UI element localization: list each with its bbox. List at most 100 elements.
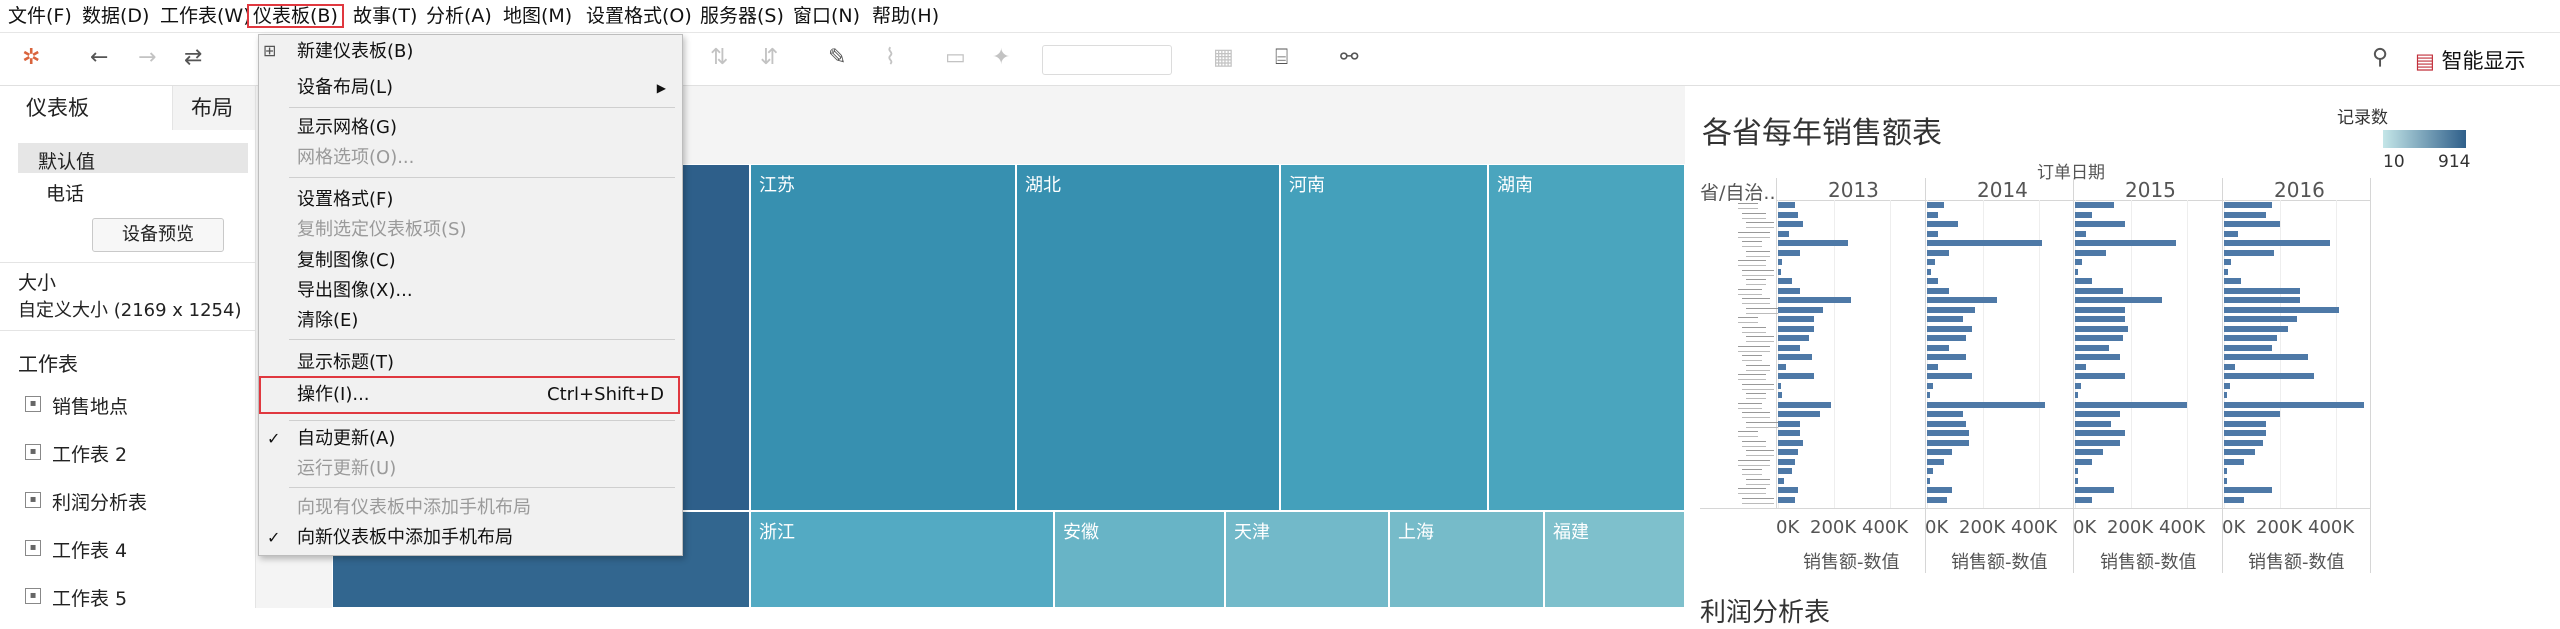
menu-item-run-update[interactable]: 运行更新(U): [259, 454, 680, 484]
year-header[interactable]: 2013: [1828, 178, 1879, 202]
bar-mark[interactable]: [1927, 430, 1969, 436]
bar-mark[interactable]: [2075, 363, 2086, 370]
bar-mark[interactable]: [2224, 477, 2227, 484]
sheet-item[interactable]: 利润分析表: [52, 488, 147, 515]
bar-mark[interactable]: [2224, 354, 2308, 360]
menu-window[interactable]: 窗口(N): [789, 4, 864, 28]
bar-mark[interactable]: [1778, 211, 1798, 218]
redo-icon[interactable]: →: [138, 45, 156, 70]
menu-item-add-phone-new[interactable]: ✓ 向新仪表板中添加手机布局: [259, 523, 680, 553]
undo-icon[interactable]: ←: [90, 45, 108, 70]
menu-item-actions[interactable]: 操作(I)... Ctrl+Shift+D: [259, 376, 680, 414]
bar-mark[interactable]: [1778, 373, 1814, 379]
menu-server[interactable]: 服务器(S): [696, 4, 788, 28]
bar-mark[interactable]: [1927, 477, 1930, 484]
bar-mark[interactable]: [2075, 354, 2120, 360]
bar-mark[interactable]: [2224, 430, 2266, 436]
bar-mark[interactable]: [2224, 221, 2280, 227]
menu-file[interactable]: 文件(F): [4, 4, 76, 28]
bar-mark[interactable]: [1778, 230, 1789, 237]
bar-mark[interactable]: [2075, 430, 2125, 436]
menu-item-device-layout[interactable]: 设备布局(L) ▶: [259, 73, 680, 103]
bar-mark[interactable]: [2224, 297, 2300, 303]
bar-mark[interactable]: [2224, 287, 2300, 294]
sheet-item[interactable]: 工作表 2: [52, 440, 127, 467]
bar-mark[interactable]: [2075, 496, 2092, 503]
bar-mark[interactable]: [2075, 221, 2125, 227]
bar-mark[interactable]: [2075, 240, 2176, 246]
bar-mark[interactable]: [2224, 487, 2272, 493]
bar-mark[interactable]: [1927, 297, 1997, 303]
bar-mark[interactable]: [1778, 354, 1812, 360]
bar-mark[interactable]: [1927, 287, 1949, 294]
bar-mark[interactable]: [1927, 392, 1930, 398]
color-legend-bar[interactable]: [2383, 130, 2466, 148]
bar-mark[interactable]: [2075, 297, 2162, 303]
bar-mark[interactable]: [1778, 278, 1792, 284]
bar-mark[interactable]: [1927, 268, 1931, 275]
size-dropdown[interactable]: 自定义大小 (2169 x 1254): [18, 296, 241, 322]
year-header[interactable]: 2014: [1977, 178, 2028, 202]
bar-mark[interactable]: [1778, 316, 1814, 322]
menu-dashboard[interactable]: 仪表板(B): [247, 4, 344, 28]
bar-mark[interactable]: [2224, 230, 2238, 237]
bar-mark[interactable]: [1778, 202, 1795, 208]
show-me-cards-icon[interactable]: ▦: [1213, 45, 1234, 70]
bar-mark[interactable]: [1927, 354, 1966, 360]
bar-mark[interactable]: [2224, 420, 2266, 427]
bar-mark[interactable]: [2224, 306, 2339, 313]
fit-dropdown[interactable]: [1042, 45, 1172, 75]
bar-mark[interactable]: [1927, 344, 1949, 351]
bar-mark[interactable]: [1778, 335, 1809, 341]
device-phone[interactable]: 电话: [46, 179, 84, 206]
bar-mark[interactable]: [1927, 382, 1933, 389]
bar-mark[interactable]: [1927, 335, 1966, 341]
bar-mark[interactable]: [2224, 316, 2297, 322]
year-header[interactable]: 2016: [2274, 178, 2325, 202]
bar-mark[interactable]: [1778, 458, 1795, 465]
share-icon[interactable]: ⚯: [1340, 45, 1358, 70]
bar-mark[interactable]: [2075, 335, 2123, 341]
bar-mark[interactable]: [2075, 211, 2092, 218]
bar-mark[interactable]: [1927, 496, 1947, 503]
menu-story[interactable]: 故事(T): [349, 4, 421, 28]
bar-mark[interactable]: [2075, 259, 2082, 265]
bar-mark[interactable]: [2224, 373, 2314, 379]
bar-mark[interactable]: [2224, 392, 2227, 398]
bar-mark[interactable]: [2075, 487, 2114, 493]
treemap-tile-anhui[interactable]: 安徽: [1054, 511, 1225, 608]
bar-mark[interactable]: [2224, 458, 2244, 465]
bar-mark[interactable]: [2075, 325, 2128, 332]
bar-mark[interactable]: [1778, 420, 1800, 427]
bar-mark[interactable]: [1778, 439, 1803, 446]
bar-mark[interactable]: [2224, 325, 2288, 332]
bar-mark[interactable]: [2224, 202, 2272, 208]
bar-mark[interactable]: [1778, 249, 1800, 256]
presentation-icon[interactable]: ⌸: [1275, 45, 1288, 70]
bar-mark[interactable]: [2075, 268, 2078, 275]
bar-mark[interactable]: [1927, 411, 1963, 417]
bar-mark[interactable]: [1927, 401, 2045, 408]
bar-mark[interactable]: [1778, 487, 1798, 493]
bar-mark[interactable]: [2075, 468, 2078, 474]
bar-mark[interactable]: [1778, 287, 1800, 294]
bar-mark[interactable]: [1927, 278, 1938, 284]
bar-mark[interactable]: [2075, 477, 2078, 484]
bar-mark[interactable]: [2224, 449, 2255, 455]
bar-mark[interactable]: [1927, 316, 1963, 322]
bar-mark[interactable]: [2075, 458, 2092, 465]
bar-mark[interactable]: [1778, 449, 1798, 455]
tableau-logo-icon[interactable]: ✲: [22, 45, 40, 70]
bar-mark[interactable]: [1778, 411, 1820, 417]
menu-item-format[interactable]: 设置格式(F): [259, 185, 680, 215]
menu-item-add-phone-existing[interactable]: 向现有仪表板中添加手机布局: [259, 493, 680, 523]
bar-mark[interactable]: [2224, 268, 2228, 275]
treemap-tile-hubei[interactable]: 湖北: [1016, 164, 1280, 511]
tooltip-pin-icon[interactable]: ⚲: [2372, 45, 2388, 70]
treemap-tile-zhejiang[interactable]: 浙江: [750, 511, 1054, 608]
bar-mark[interactable]: [1778, 221, 1803, 227]
clip-icon[interactable]: ⌇: [885, 45, 896, 70]
menu-worksheet[interactable]: 工作表(W): [156, 4, 255, 28]
tab-dashboard[interactable]: 仪表板: [26, 86, 89, 130]
bar-mark[interactable]: [1778, 401, 1831, 408]
